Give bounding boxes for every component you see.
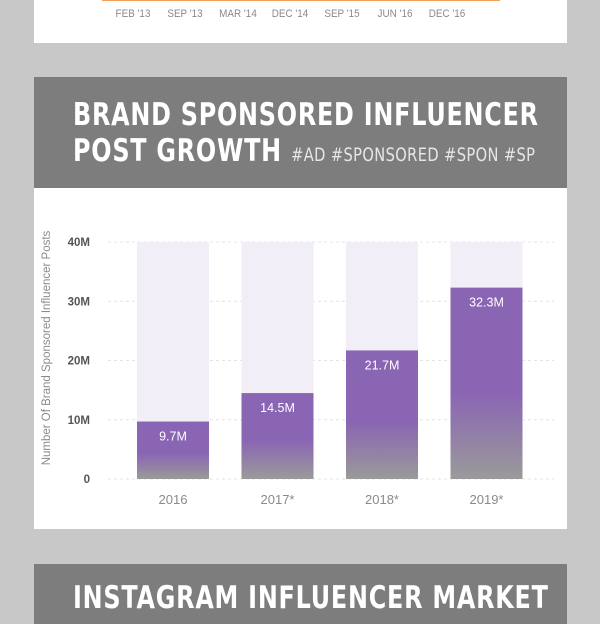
previous-chart-axis-line xyxy=(102,0,500,1)
previous-chart-tick-label: JUN '16 xyxy=(377,8,412,20)
y-tick-label: 20M xyxy=(68,356,90,368)
x-tick-label: 2018* xyxy=(365,492,399,507)
x-tick-labels: 2016 2017* 2018* 2019* xyxy=(159,492,504,507)
x-tick-label: 2019* xyxy=(470,492,504,507)
bar xyxy=(450,287,523,479)
next-section-header: INSTAGRAM INFLUENCER MARKET xyxy=(34,564,567,624)
y-tick-label: 0 xyxy=(84,474,90,486)
data-label: 32.3M xyxy=(469,296,504,310)
x-tick-label: 2016 xyxy=(159,492,188,507)
y-tick-label: 40M xyxy=(68,237,90,249)
previous-chart-tick-label: DEC '16 xyxy=(428,8,466,20)
previous-chart-tick-label: DEC '14 xyxy=(271,8,309,20)
y-tick-label: 30M xyxy=(68,296,90,308)
section-header: BRAND SPONSORED INFLUENCER POST GROWTH #A… xyxy=(34,77,567,188)
data-label: 9.7M xyxy=(159,430,187,444)
previous-chart-tick-label: SEP '15 xyxy=(324,8,360,20)
bar-chart: 0 10M 20M 30M 40M 2016 2017* 2018* 2019* 9.7M 14… xyxy=(41,230,554,507)
y-axis-label: Number Of Brand Sponsored Influencer Pos… xyxy=(41,230,53,465)
title-line-1: BRAND SPONSORED INFLUENCER xyxy=(73,97,539,133)
previous-chart-tick-label: SEP '13 xyxy=(167,8,203,20)
previous-chart-tick-label: MAR '14 xyxy=(218,8,257,20)
y-tick-label: 10M xyxy=(68,415,90,427)
data-label: 21.7M xyxy=(365,358,400,372)
previous-chart-tick-label: FEB '13 xyxy=(115,8,151,20)
chart-card: 0 10M 20M 30M 40M 2016 2017* 2018* 2019* 9.7M 14… xyxy=(34,188,567,529)
data-label: 14.5M xyxy=(260,401,295,415)
section-title: BRAND SPONSORED INFLUENCER POST GROWTH #A… xyxy=(73,97,539,173)
hashtags: #AD #SPONSORED #SPON #SP xyxy=(291,144,536,166)
x-tick-label: 2017* xyxy=(261,492,295,507)
y-tick-labels: 0 10M 20M 30M 40M xyxy=(68,237,90,486)
next-section-title: INSTAGRAM INFLUENCER MARKET xyxy=(73,580,549,616)
previous-chart-card: FEB '13 SEP '13 MAR '14 DEC '14 SEP '15 JUN '… xyxy=(34,0,567,43)
title-line-2: POST GROWTH xyxy=(73,133,282,169)
